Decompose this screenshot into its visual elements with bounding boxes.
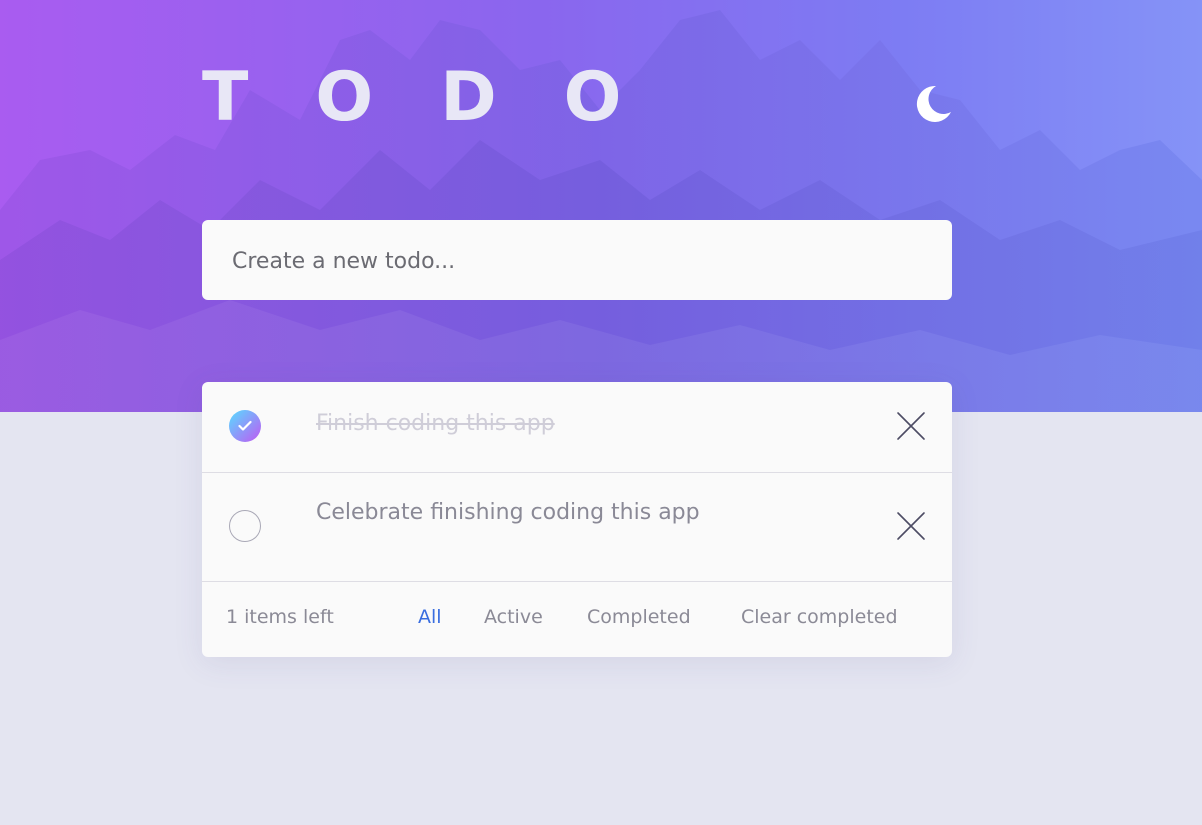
- todo-checkbox-checked[interactable]: [229, 410, 261, 442]
- filter-active[interactable]: Active: [484, 606, 543, 628]
- close-icon: [897, 512, 925, 540]
- close-icon: [897, 412, 925, 440]
- todo-app: TODO Finish coding this app Celebrate: [0, 0, 1202, 825]
- todo-list: Finish coding this app Celebrate finishi…: [202, 382, 952, 657]
- filter-all[interactable]: All: [418, 606, 442, 628]
- new-todo-card: [202, 220, 952, 302]
- items-left-count: 1 items left: [226, 606, 334, 628]
- app-title: TODO: [202, 58, 689, 137]
- todo-item: Finish coding this app: [202, 382, 952, 473]
- delete-todo-button[interactable]: [896, 511, 926, 541]
- delete-todo-button[interactable]: [896, 411, 926, 441]
- theme-toggle-button[interactable]: [910, 82, 954, 126]
- filter-completed[interactable]: Completed: [587, 606, 691, 628]
- todo-item: Celebrate finishing coding this app: [202, 473, 952, 582]
- moon-icon: [916, 85, 951, 122]
- new-todo-input[interactable]: [230, 220, 934, 302]
- checkmark-icon: [238, 420, 252, 431]
- clear-completed-button[interactable]: Clear completed: [741, 606, 898, 628]
- todo-checkbox[interactable]: [229, 510, 261, 542]
- todo-footer: 1 items left All Active Completed Clear …: [202, 582, 952, 657]
- todo-text[interactable]: Finish coding this app: [316, 410, 555, 438]
- todo-text[interactable]: Celebrate finishing coding this app: [316, 499, 716, 527]
